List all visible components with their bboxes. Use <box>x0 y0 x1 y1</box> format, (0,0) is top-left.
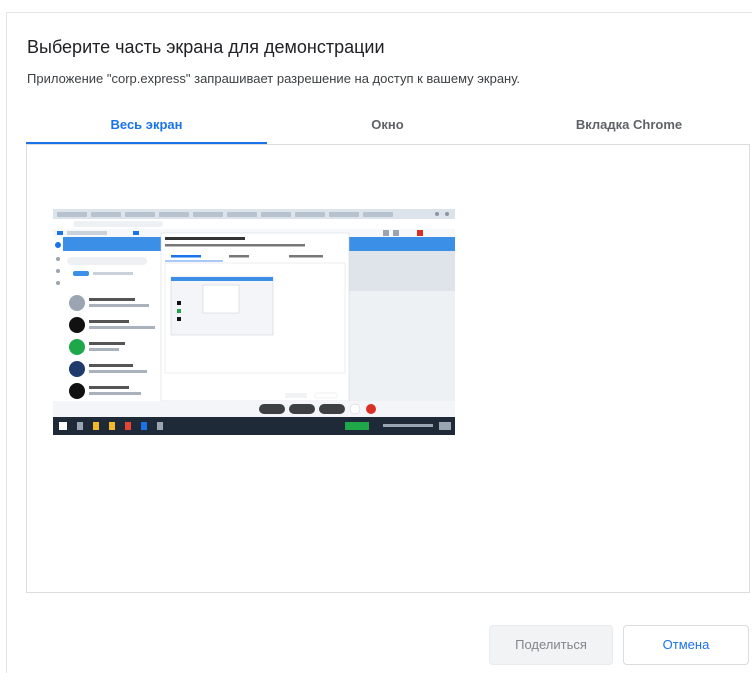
source-tabs: Весь экран Окно Вкладка Chrome <box>26 111 750 144</box>
dialog-subtitle: Приложение "corp.express" запрашивает ра… <box>27 71 521 86</box>
tab-entire-screen[interactable]: Весь экран <box>26 111 267 144</box>
tab-window[interactable]: Окно <box>267 111 508 142</box>
cancel-button[interactable]: Отмена <box>623 625 749 665</box>
share-button[interactable]: Поделиться <box>489 625 613 665</box>
share-screen-dialog: Выберите часть экрана для демонстрации П… <box>6 12 752 673</box>
dialog-title: Выберите часть экрана для демонстрации <box>27 37 385 57</box>
screen-thumbnail[interactable] <box>53 209 455 435</box>
screen-list <box>26 144 750 593</box>
tab-chrome-tab[interactable]: Вкладка Chrome <box>508 111 750 142</box>
